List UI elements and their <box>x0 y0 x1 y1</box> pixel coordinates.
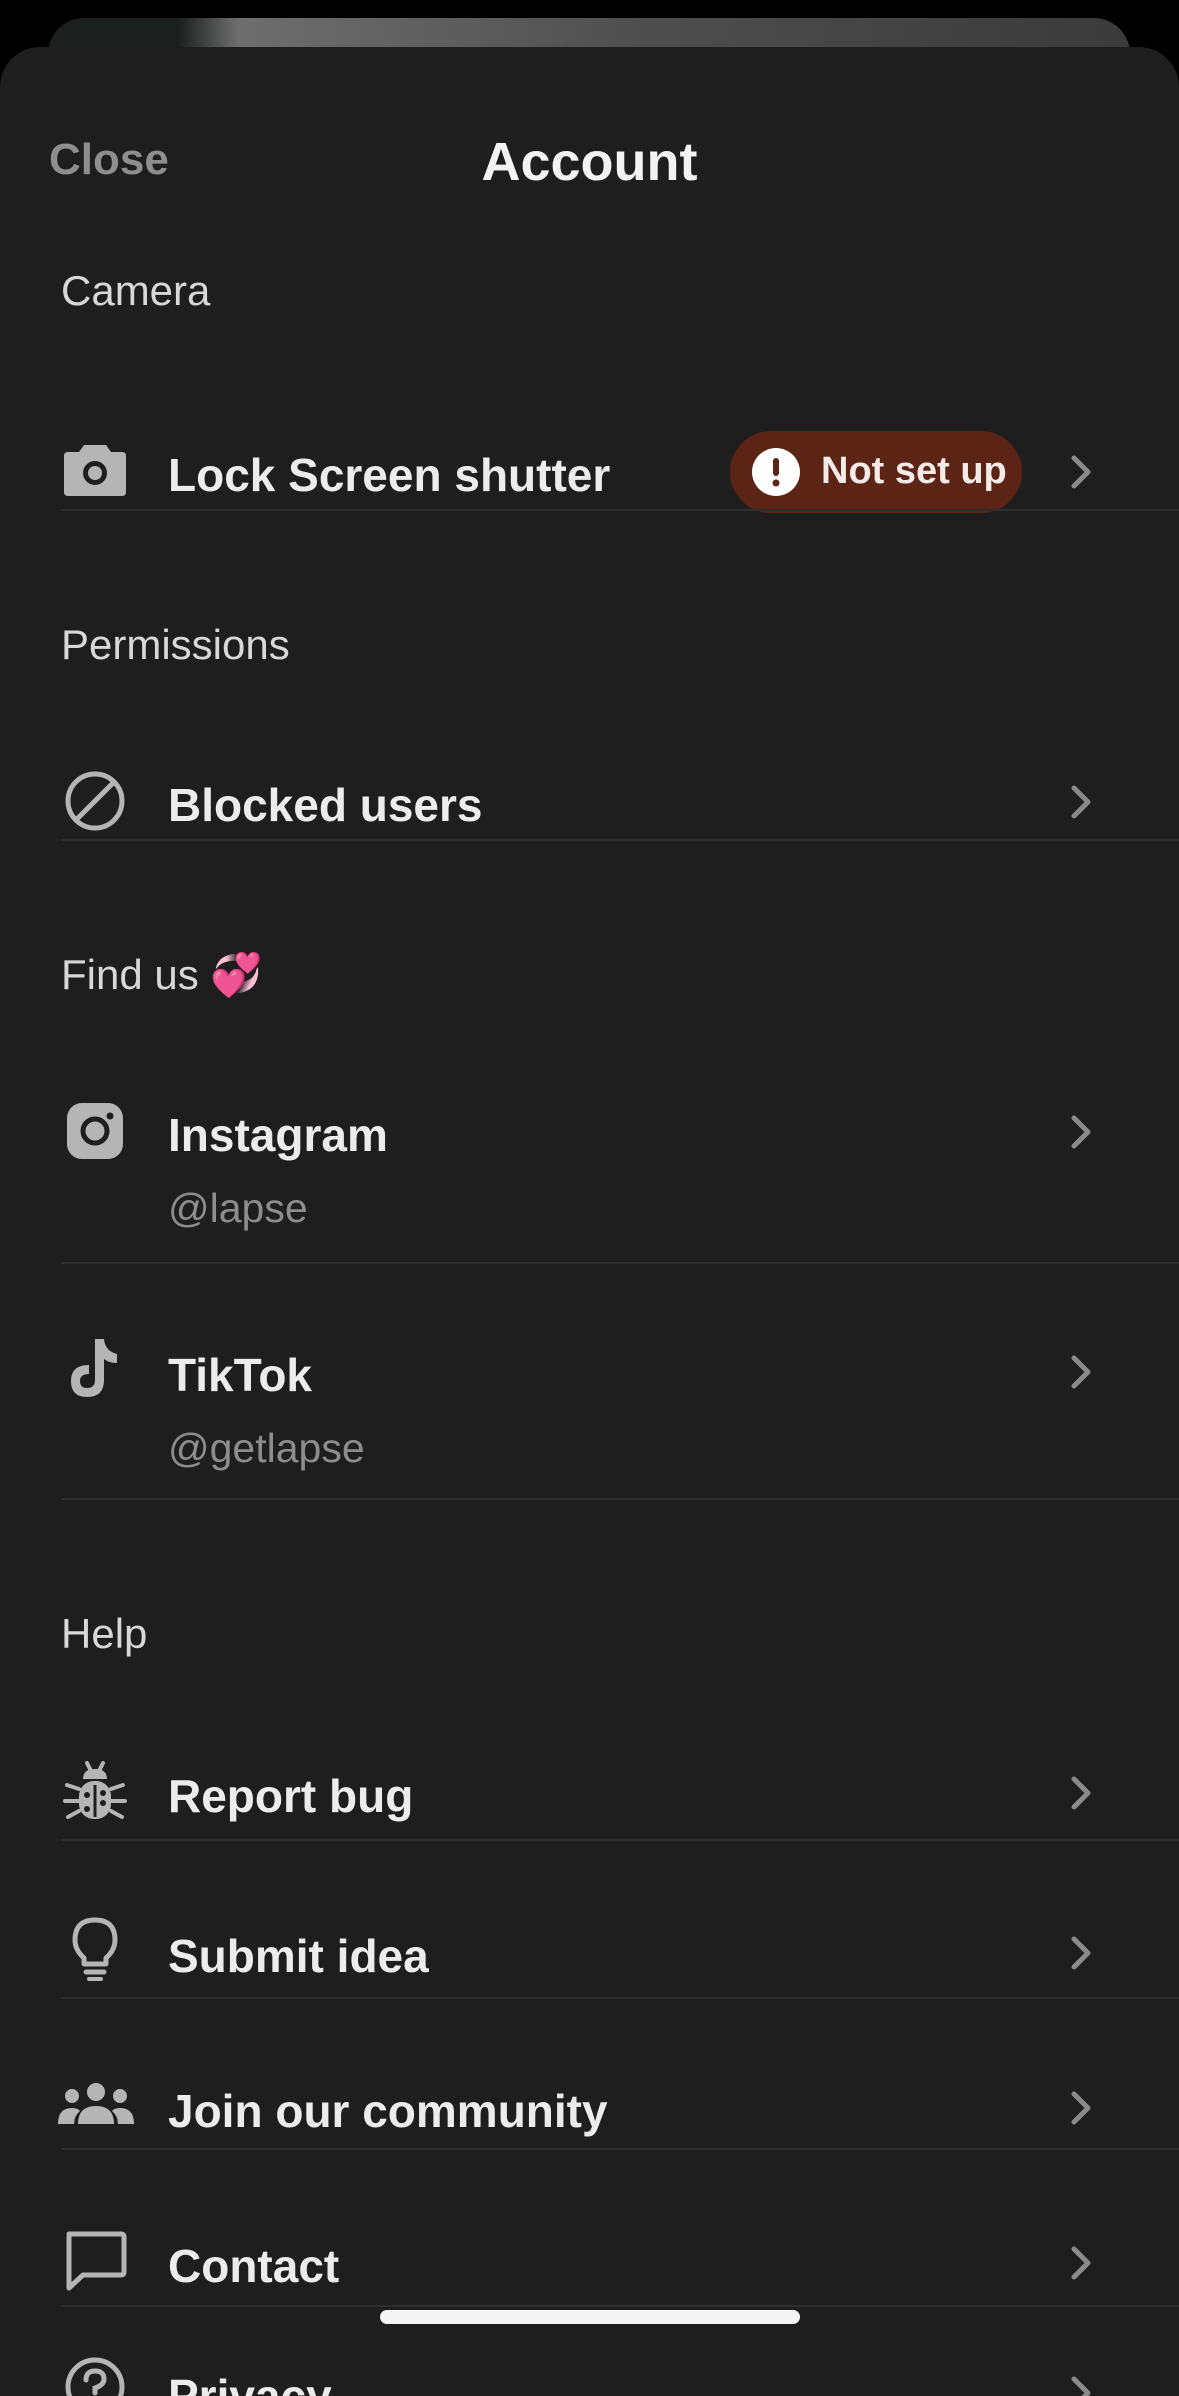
divider <box>61 1997 1179 1999</box>
chevron-right-icon <box>1071 1115 1091 1149</box>
chevron-right-icon <box>1071 2091 1091 2125</box>
account-sheet: Close Account Camera Lock Screen shutter… <box>0 47 1179 2396</box>
chevron-right-icon <box>1071 2246 1091 2280</box>
divider <box>61 509 1179 511</box>
chat-bubble-icon <box>61 2227 129 2295</box>
blocked-users-row[interactable]: Blocked users <box>0 727 1179 877</box>
home-indicator <box>380 2310 800 2324</box>
section-label-camera: Camera <box>61 267 211 314</box>
section-label-find-us: Find us 💞 <box>61 951 263 998</box>
instagram-row[interactable]: Instagram @lapse <box>0 1057 1179 1257</box>
not-set-up-badge: Not set up <box>730 431 1022 513</box>
tiktok-row[interactable]: TikTok @getlapse <box>0 1297 1179 1497</box>
chevron-right-icon <box>1071 1936 1091 1970</box>
lightbulb-icon <box>61 1915 129 1983</box>
divider <box>61 839 1179 841</box>
divider <box>61 1498 1179 1500</box>
report-bug-label: Report bug <box>168 1770 414 1822</box>
chevron-right-icon <box>1071 1776 1091 1810</box>
page-title: Account <box>481 132 698 192</box>
report-bug-row[interactable]: Report bug <box>0 1717 1179 1867</box>
join-community-label: Join our community <box>168 2085 608 2137</box>
submit-idea-row[interactable]: Submit idea <box>0 1877 1179 2027</box>
chevron-right-icon <box>1071 455 1091 489</box>
chevron-right-icon <box>1071 1355 1091 1389</box>
lock-screen-shutter-row[interactable]: Lock Screen shutter Not set up <box>0 377 1179 557</box>
tiktok-icon <box>61 1335 129 1403</box>
contact-label: Contact <box>168 2240 340 2292</box>
divider <box>61 2148 1179 2150</box>
badge-text: Not set up <box>821 450 1007 492</box>
bug-icon <box>61 1757 129 1825</box>
submit-idea-label: Submit idea <box>168 1930 429 1982</box>
divider <box>61 1839 1179 1841</box>
section-label-permissions: Permissions <box>61 621 290 668</box>
sheet-header: Close Account <box>0 47 1179 227</box>
section-label-help: Help <box>61 1610 148 1657</box>
tiktok-handle: @getlapse <box>168 1425 365 1471</box>
blocked-icon <box>61 767 129 835</box>
camera-icon <box>61 435 129 503</box>
divider <box>61 1262 1179 1264</box>
divider <box>61 2305 1179 2307</box>
alert-icon <box>752 448 800 496</box>
lock-screen-shutter-label: Lock Screen shutter <box>168 449 611 501</box>
chevron-right-icon <box>1071 2376 1091 2396</box>
instagram-label: Instagram <box>168 1109 388 1161</box>
help-circle-icon <box>61 2353 129 2396</box>
people-icon <box>58 2070 134 2138</box>
join-community-row[interactable]: Join our community <box>0 2032 1179 2182</box>
instagram-handle: @lapse <box>168 1185 308 1231</box>
privacy-row[interactable]: Privacy <box>0 2347 1179 2396</box>
instagram-icon <box>61 1097 129 1165</box>
tiktok-label: TikTok <box>168 1349 312 1401</box>
blocked-users-label: Blocked users <box>168 779 483 831</box>
chevron-right-icon <box>1071 785 1091 819</box>
privacy-label: Privacy <box>168 2370 332 2396</box>
